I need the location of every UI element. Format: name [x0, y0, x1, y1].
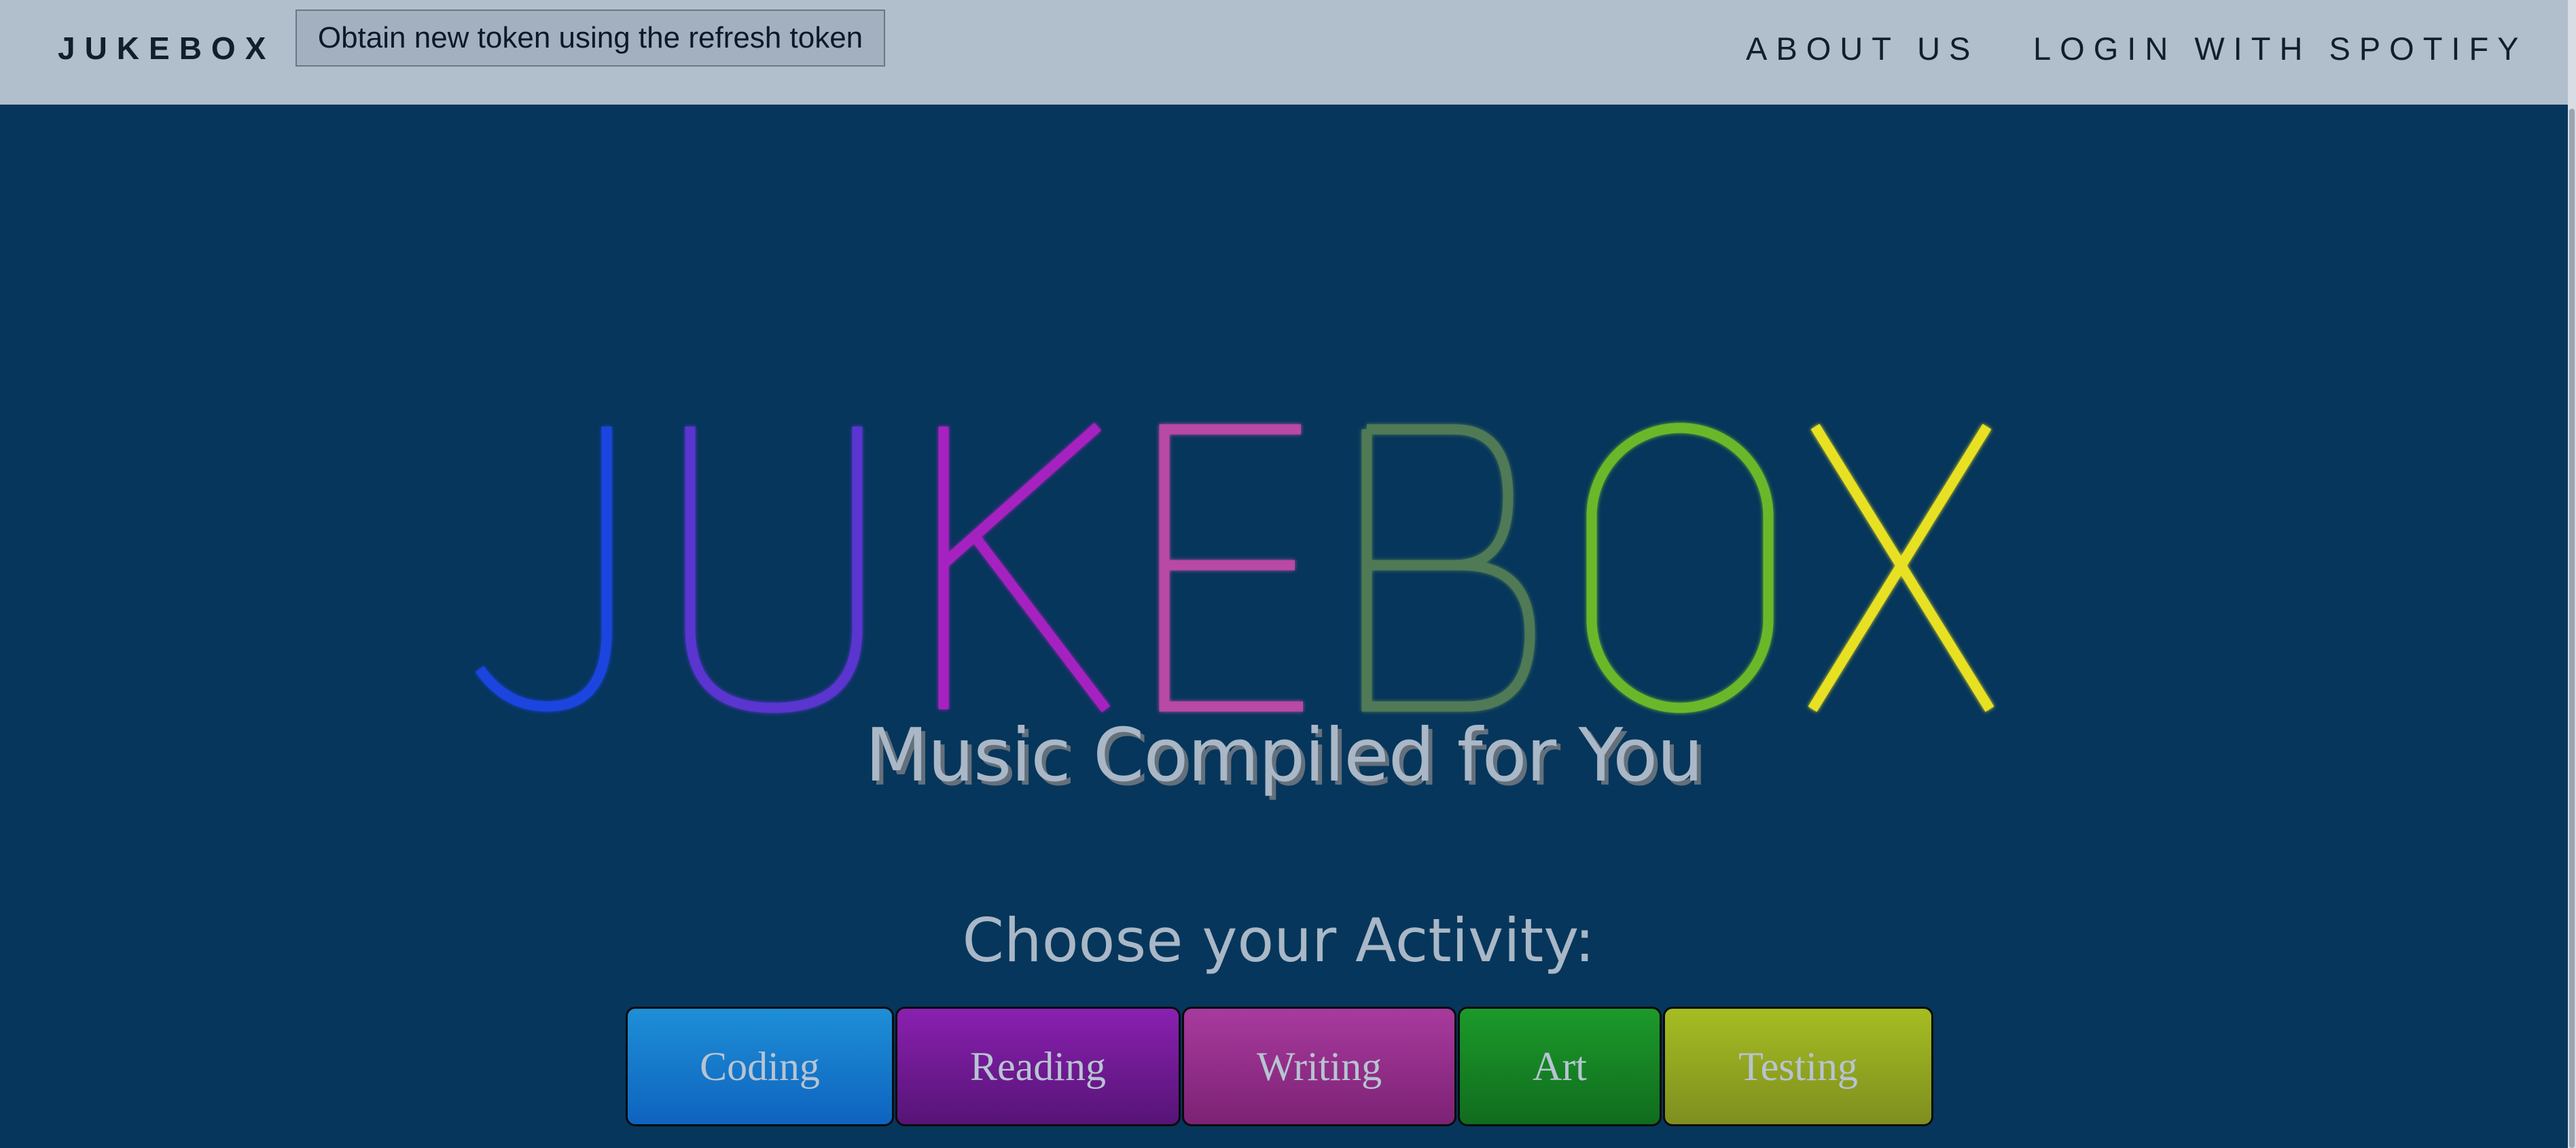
activity-coding-button[interactable]: Coding — [626, 1007, 894, 1126]
about-us-link[interactable]: ABOUT US — [1746, 30, 1979, 67]
logo-letter-u — [685, 427, 863, 713]
hero-tagline: Music Compiled for You — [865, 713, 1703, 798]
logo-letter-e — [1159, 424, 1303, 712]
activity-testing-button[interactable]: Testing — [1663, 1007, 1933, 1126]
activity-art-button[interactable]: Art — [1458, 1007, 1662, 1126]
activity-reading-button[interactable]: Reading — [895, 1007, 1181, 1126]
login-with-spotify-link[interactable]: LOGIN WITH SPOTIFY — [2033, 30, 2528, 67]
logo-letter-k — [938, 423, 1110, 713]
jukebox-hero-logo — [475, 423, 1994, 713]
brand-logo[interactable]: JUKEBOX — [58, 30, 275, 67]
vertical-scrollbar[interactable] — [2568, 0, 2576, 1148]
top-navbar: JUKEBOX Obtain new token using the refre… — [0, 0, 2568, 105]
logo-letter-o — [1586, 423, 1774, 713]
logo-letter-j — [475, 427, 612, 712]
activity-writing-button[interactable]: Writing — [1182, 1007, 1456, 1126]
choose-activity-heading: Choose your Activity: — [962, 905, 1595, 975]
logo-letter-b — [1361, 424, 1535, 712]
logo-letter-x — [1808, 424, 1994, 712]
scrollbar-thumb[interactable] — [2569, 109, 2575, 1148]
refresh-token-button[interactable]: Obtain new token using the refresh token — [296, 10, 885, 67]
